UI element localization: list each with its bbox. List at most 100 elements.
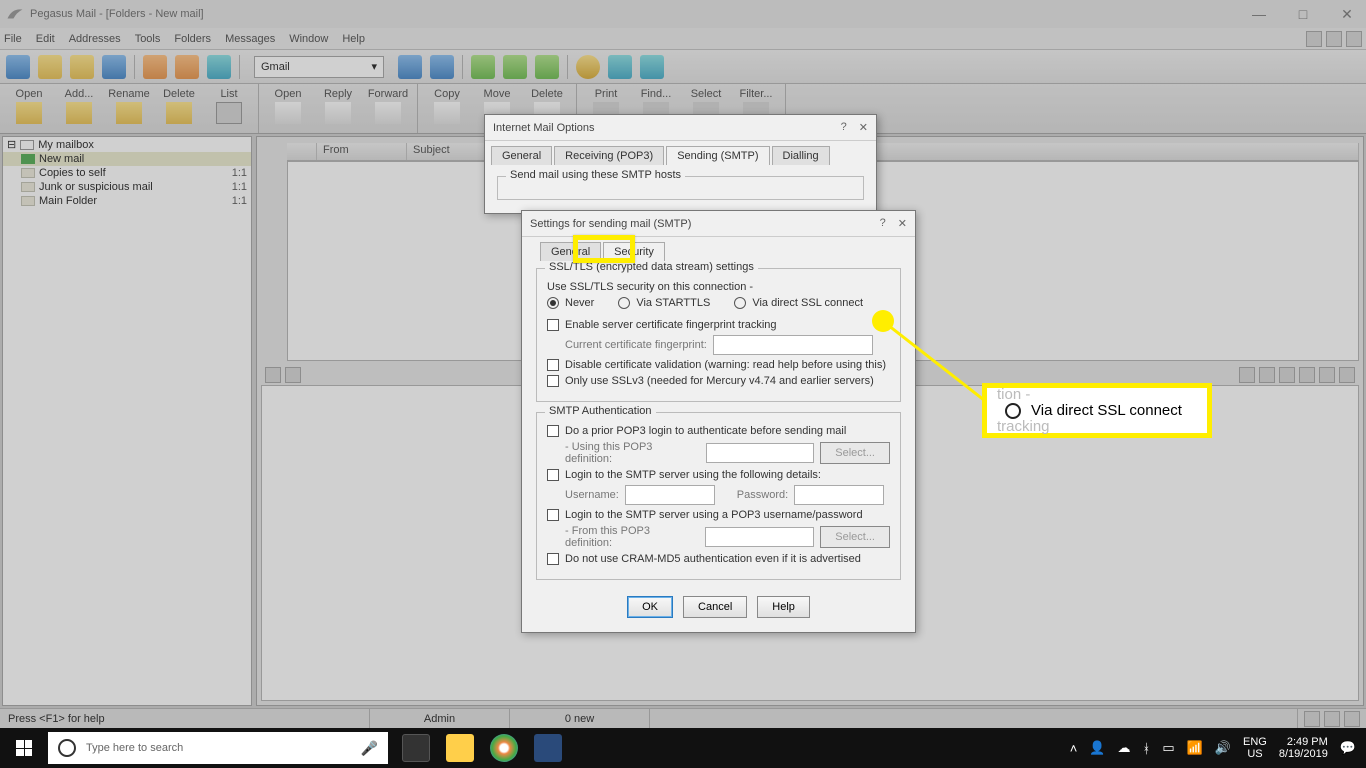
tray-language[interactable]: ENGUS [1243,736,1267,760]
frompop3-input[interactable] [705,527,814,547]
start-button[interactable] [0,728,48,768]
close-icon[interactable]: ✕ [859,121,868,134]
font-icon[interactable] [430,55,454,79]
folder-rename-button[interactable]: Rename [104,86,154,131]
smtp-tab-security[interactable]: Security [603,242,665,261]
chk-disable-validation[interactable] [547,359,559,371]
tray-up-icon[interactable]: ˄ [1070,741,1078,756]
ok-button[interactable]: OK [627,596,673,618]
send-icon[interactable] [471,55,495,79]
status-icon-1[interactable] [1304,711,1320,727]
status-icon-2[interactable] [1324,711,1340,727]
imo-tab-smtp[interactable]: Sending (SMTP) [666,146,769,165]
nav5-icon[interactable] [1339,367,1355,383]
menu-folders[interactable]: Folders [174,33,211,45]
col-icon[interactable] [287,143,317,160]
imo-tab-pop3[interactable]: Receiving (POP3) [554,146,664,165]
radio-never[interactable] [547,297,559,309]
password-input[interactable] [794,485,884,505]
chk-sslv3[interactable] [547,375,559,387]
tray-battery-icon[interactable]: ▭ [1162,740,1174,756]
menu-help[interactable]: Help [342,33,365,45]
col-from[interactable]: From [317,143,407,160]
nav3-icon[interactable] [1279,367,1295,383]
tree-item[interactable]: Copies to self1:1 [3,166,251,180]
taskbar-search[interactable]: Type here to search 🎤 [48,732,388,764]
folder-add-button[interactable]: Add... [54,86,104,131]
tray-bluetooth-icon[interactable]: ᚼ [1143,741,1151,756]
menu-file[interactable]: File [4,33,22,45]
mdi-restore-icon[interactable] [1326,31,1342,47]
tray-wifi-icon[interactable]: 📶 [1187,740,1203,756]
tree-item[interactable]: Junk or suspicious mail1:1 [3,180,251,194]
cancel-button[interactable]: Cancel [683,596,747,618]
folder-tree[interactable]: ⊟ My mailbox New mailCopies to self1:1Ju… [2,136,252,706]
smtp-tab-general[interactable]: General [540,242,601,261]
folders-icon[interactable] [70,55,94,79]
select-frompop3-button[interactable]: Select... [820,526,890,548]
tray-people-icon[interactable]: 👤 [1089,740,1105,756]
mic-icon[interactable]: 🎤 [361,740,378,757]
addressbook-icon[interactable] [102,55,126,79]
chk-pop3-login[interactable] [547,425,559,437]
taskview-icon[interactable] [402,734,430,762]
radio-direct-ssl[interactable] [734,297,746,309]
pegasus-icon[interactable] [640,55,664,79]
compose-icon[interactable] [6,55,30,79]
lock-icon[interactable] [1299,367,1315,383]
attach-icon[interactable] [285,367,301,383]
menu-window[interactable]: Window [289,33,328,45]
imo-tab-general[interactable]: General [491,146,552,165]
folder-open-button[interactable]: Open [4,86,54,131]
chk-fingerprint[interactable] [547,319,559,331]
minimize-button[interactable]: — [1246,6,1272,23]
sendreceive-icon[interactable] [535,55,559,79]
mdi-minimize-icon[interactable] [1306,31,1322,47]
pegasus-task-icon[interactable] [534,734,562,762]
folder-list-button[interactable]: List [204,86,254,131]
close-button[interactable]: ✕ [1334,6,1360,23]
msg-reply-button[interactable]: Reply [313,86,363,131]
imo-tab-dialling[interactable]: Dialling [772,146,830,165]
coin-icon[interactable] [576,55,600,79]
chk-no-crammd5[interactable] [547,553,559,565]
filter-icon[interactable] [207,55,231,79]
chk-smtp-login[interactable] [547,469,559,481]
nav4-icon[interactable] [1319,367,1335,383]
print-icon[interactable] [398,55,422,79]
read-icon[interactable] [38,55,62,79]
phone-icon[interactable] [608,55,632,79]
username-input[interactable] [625,485,715,505]
chk-pop3-creds[interactable] [547,509,559,521]
explorer-icon[interactable] [446,734,474,762]
msg-forward-button[interactable]: Forward [363,86,413,131]
help-button[interactable]: Help [757,596,810,618]
receive-icon[interactable] [503,55,527,79]
menu-tools[interactable]: Tools [135,33,161,45]
chrome-icon[interactable] [490,734,518,762]
maximize-button[interactable]: □ [1290,6,1316,23]
menu-addresses[interactable]: Addresses [69,33,121,45]
radio-starttls[interactable] [618,297,630,309]
folder-delete-button[interactable]: Delete [154,86,204,131]
tray-onedrive-icon[interactable]: ☁ [1118,740,1131,756]
help-icon[interactable]: ? [880,217,886,230]
close-icon[interactable]: ✕ [898,217,907,230]
tray-clock[interactable]: 2:49 PM8/19/2019 [1279,736,1328,760]
tree-item[interactable]: New mail [3,152,251,166]
tray-volume-icon[interactable]: 🔊 [1215,740,1231,756]
identity-combo[interactable]: Gmail ▾ [254,56,384,78]
nav2-icon[interactable] [1259,367,1275,383]
view-icon[interactable] [265,367,281,383]
status-icon-3[interactable] [1344,711,1360,727]
tree-item[interactable]: Main Folder1:1 [3,194,251,208]
pop3def-input[interactable] [706,443,814,463]
fingerprint-input[interactable] [713,335,873,355]
nav1-icon[interactable] [1239,367,1255,383]
tray-notifications-icon[interactable]: 💬 [1340,740,1356,756]
msg-open-button[interactable]: Open [263,86,313,131]
msg-copy-button[interactable]: Copy [422,86,472,131]
menu-messages[interactable]: Messages [225,33,275,45]
users-icon[interactable] [175,55,199,79]
identity-icon[interactable] [143,55,167,79]
